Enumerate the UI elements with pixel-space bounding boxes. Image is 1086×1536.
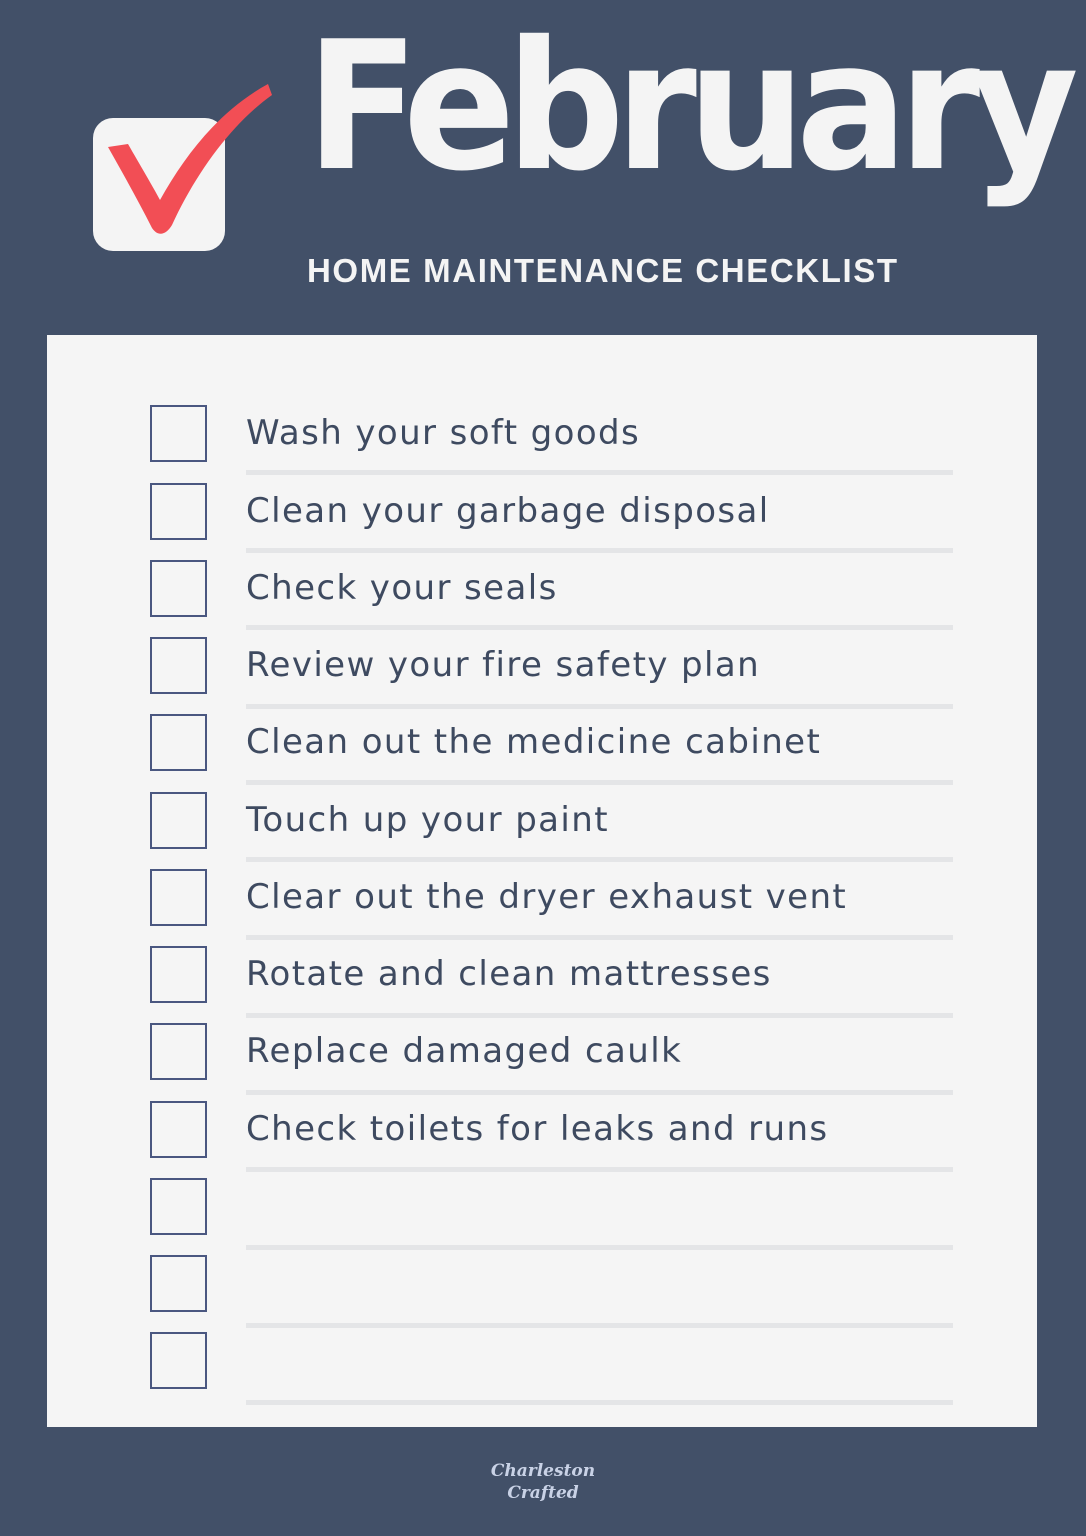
checklist-item: Clean your garbage disposal bbox=[47, 483, 1037, 543]
divider-line bbox=[246, 470, 953, 475]
checklist-item-label: Rotate and clean mattresses bbox=[246, 954, 772, 994]
brand-line-1: Charleston bbox=[490, 1461, 596, 1481]
divider-line bbox=[246, 1090, 953, 1095]
checkbox[interactable] bbox=[150, 869, 207, 926]
checkbox[interactable] bbox=[150, 714, 207, 771]
divider-line bbox=[246, 1323, 953, 1328]
checklist-item: Check your seals bbox=[47, 560, 1037, 620]
checkbox[interactable] bbox=[150, 1332, 207, 1389]
checklist-item bbox=[47, 1178, 1037, 1238]
checkbox[interactable] bbox=[150, 405, 207, 462]
checkbox[interactable] bbox=[150, 1178, 207, 1235]
divider-line bbox=[246, 704, 953, 709]
divider-line bbox=[246, 625, 953, 630]
checklist-item: Review your fire safety plan bbox=[47, 637, 1037, 697]
page-title: February bbox=[306, 3, 1079, 210]
checkbox[interactable] bbox=[150, 1023, 207, 1080]
checklist-item: Check toilets for leaks and runs bbox=[47, 1101, 1037, 1161]
checkbox[interactable] bbox=[150, 946, 207, 1003]
checklist-item bbox=[47, 1255, 1037, 1315]
divider-line bbox=[246, 1013, 953, 1018]
checklist-item-label: Replace damaged caulk bbox=[246, 1031, 683, 1071]
checklist-item-label: Review your fire safety plan bbox=[246, 645, 761, 685]
checklist-item: Rotate and clean mattresses bbox=[47, 946, 1037, 1006]
checklist-item-label: Clear out the dryer exhaust vent bbox=[246, 877, 848, 917]
page-subtitle: HOME MAINTENANCE CHECKLIST bbox=[307, 252, 899, 289]
checklist-item-label: Touch up your paint bbox=[246, 800, 609, 840]
checkbox[interactable] bbox=[150, 1101, 207, 1158]
checklist-item-label: Wash your soft goods bbox=[246, 413, 641, 453]
divider-line bbox=[246, 1167, 953, 1172]
checkbox[interactable] bbox=[150, 637, 207, 694]
divider-line bbox=[246, 857, 953, 862]
checkbox[interactable] bbox=[150, 792, 207, 849]
brand-logo: Charleston Crafted bbox=[0, 1460, 1086, 1504]
checklist-item-label: Clean your garbage disposal bbox=[246, 491, 770, 531]
checklist-item: Replace damaged caulk bbox=[47, 1023, 1037, 1083]
divider-line bbox=[246, 780, 953, 785]
divider-line bbox=[246, 935, 953, 940]
divider-line bbox=[246, 1245, 953, 1250]
checklist-item: Clean out the medicine cabinet bbox=[47, 714, 1037, 774]
checklist-item bbox=[47, 1332, 1037, 1392]
checkmark-icon bbox=[108, 84, 272, 234]
checklist-item-label: Clean out the medicine cabinet bbox=[246, 722, 822, 762]
checklist-item: Touch up your paint bbox=[47, 792, 1037, 852]
checkbox[interactable] bbox=[150, 560, 207, 617]
checklist-item: Wash your soft goods bbox=[47, 405, 1037, 465]
checklist-card: Wash your soft goods Clean your garbage d… bbox=[47, 335, 1037, 1427]
divider-line bbox=[246, 1400, 953, 1405]
checklist-item-label: Check your seals bbox=[246, 568, 558, 608]
checkbox[interactable] bbox=[150, 1255, 207, 1312]
brand-line-2: Crafted bbox=[507, 1483, 579, 1503]
divider-line bbox=[246, 548, 953, 553]
checklist-item-label: Check toilets for leaks and runs bbox=[246, 1109, 829, 1149]
checklist-item: Clear out the dryer exhaust vent bbox=[47, 869, 1037, 929]
checkbox[interactable] bbox=[150, 483, 207, 540]
